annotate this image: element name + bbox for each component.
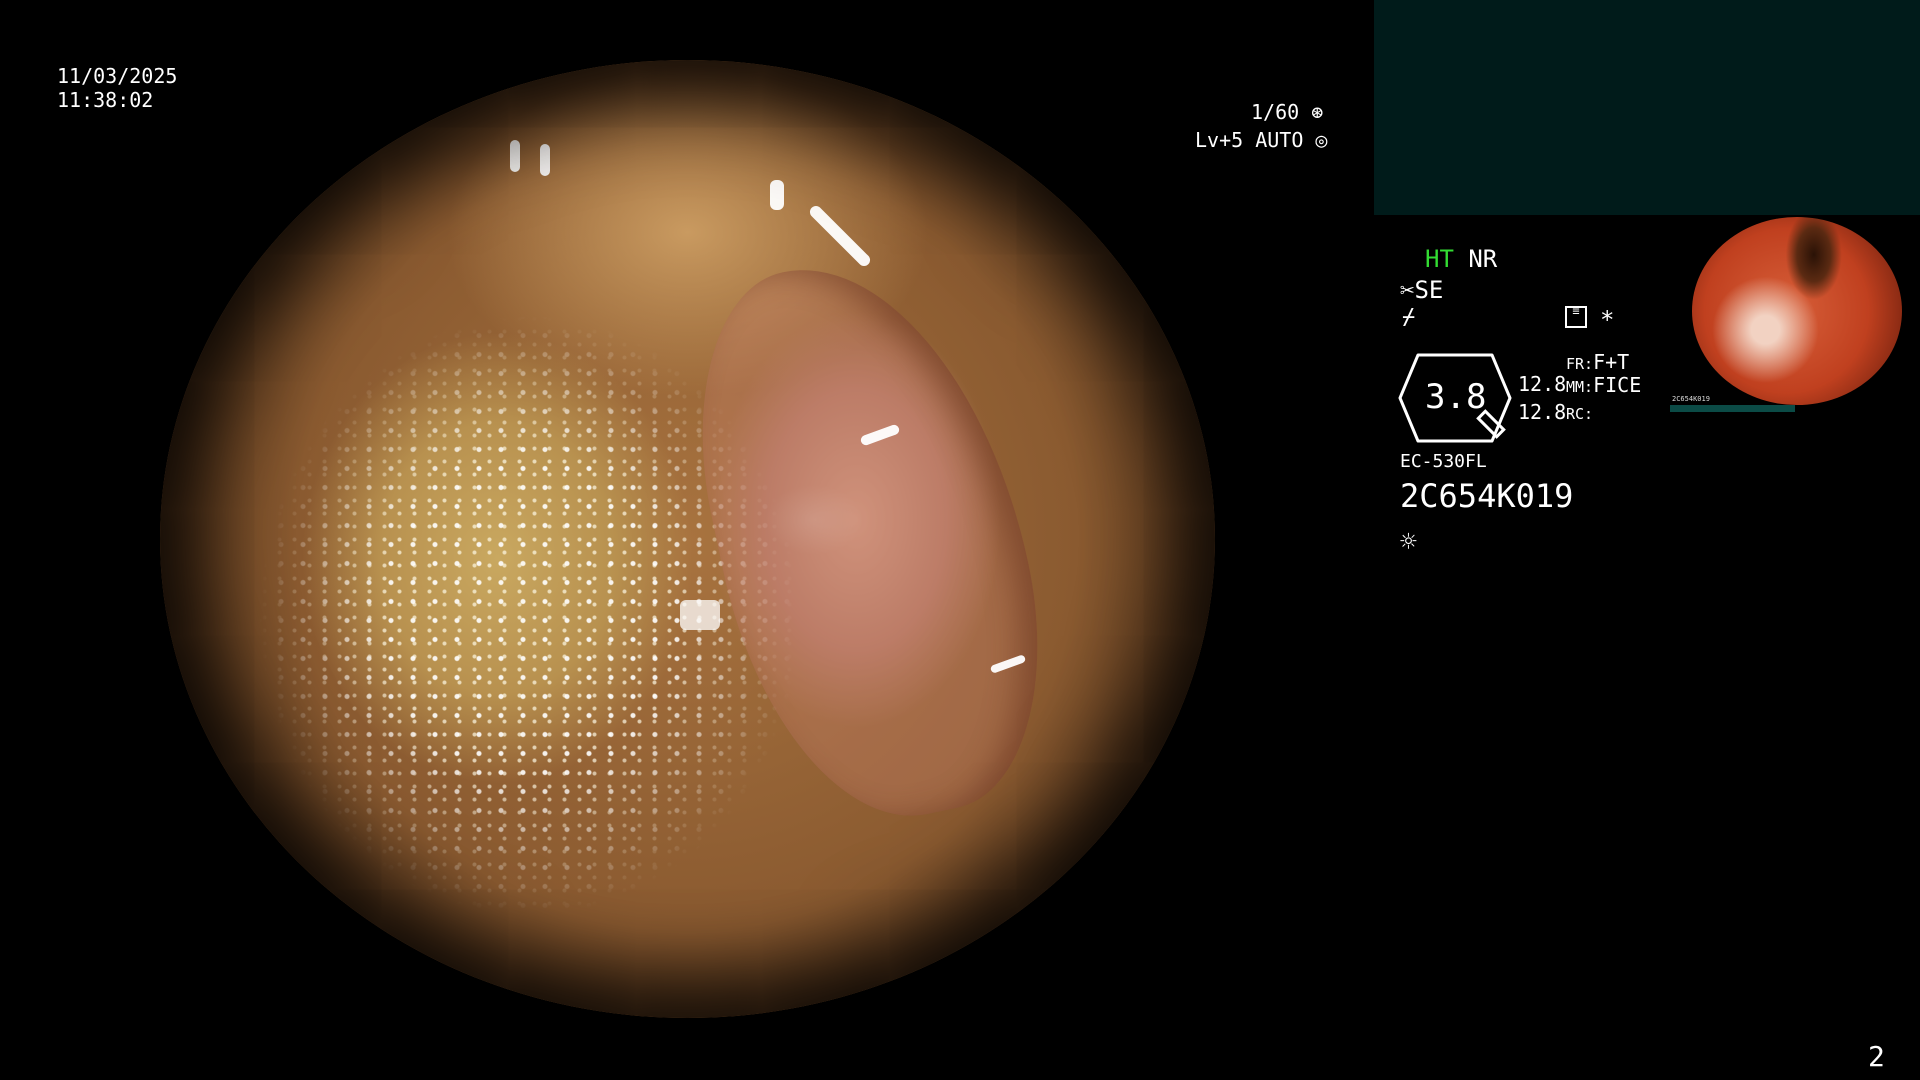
se-row: ✂SE bbox=[1400, 276, 1443, 304]
shutter-speed: 1/60 ⊛ bbox=[1251, 100, 1323, 124]
endoscope-main-view bbox=[160, 60, 1215, 1018]
ht-nr-row: HT NR bbox=[1425, 245, 1497, 273]
rc-label: RC: bbox=[1566, 405, 1594, 423]
fr-value: F+T bbox=[1593, 350, 1630, 374]
asterisk-indicator: * bbox=[1600, 306, 1615, 334]
scope-model: EC-530FL bbox=[1400, 451, 1487, 472]
date-text: 11/03/2025 bbox=[57, 64, 178, 88]
thumbnail-preview[interactable]: 2C654K019 bbox=[1670, 217, 1920, 417]
thumbnail-serial: 2C654K019 bbox=[1672, 395, 1710, 403]
thumbnail-image bbox=[1692, 217, 1902, 405]
shutter-value: 1/60 bbox=[1251, 100, 1300, 124]
info-panel-box bbox=[1374, 0, 1920, 215]
mm-row: MM:FICE bbox=[1566, 373, 1641, 399]
mm-label: MM: bbox=[1566, 378, 1594, 396]
gauge-value: 3.8 bbox=[1425, 377, 1487, 417]
serial-number: 2C654K019 bbox=[1400, 477, 1574, 515]
target-icon: ◎ bbox=[1315, 128, 1328, 152]
settings-list-icon: ≡ bbox=[1565, 305, 1587, 328]
rc-row: RC: bbox=[1566, 400, 1593, 426]
mm-value: FICE bbox=[1593, 373, 1642, 397]
nr-indicator: NR bbox=[1468, 245, 1498, 273]
aperture-icon: ⊛ bbox=[1311, 100, 1324, 124]
sun-icon: ☼ bbox=[1400, 525, 1417, 558]
value-1: 12.8 bbox=[1518, 372, 1567, 396]
fr-label: FR: bbox=[1566, 355, 1594, 373]
level-value: Lv+5 AUTO bbox=[1195, 128, 1304, 152]
cut-mode-icon: ⌿ bbox=[1402, 305, 1416, 330]
ht-indicator: HT bbox=[1425, 245, 1454, 273]
thumbnail-bar bbox=[1670, 405, 1795, 412]
value-2: 12.8 bbox=[1518, 400, 1567, 424]
se-indicator: SE bbox=[1414, 276, 1444, 304]
light-level: Lv+5 AUTO ◎ bbox=[1195, 128, 1327, 152]
vignette bbox=[160, 60, 1215, 1018]
time-text: 11:38:02 bbox=[57, 88, 154, 112]
scissors-icon: ✂ bbox=[1400, 276, 1415, 304]
page-number: 2 bbox=[1868, 1040, 1885, 1073]
